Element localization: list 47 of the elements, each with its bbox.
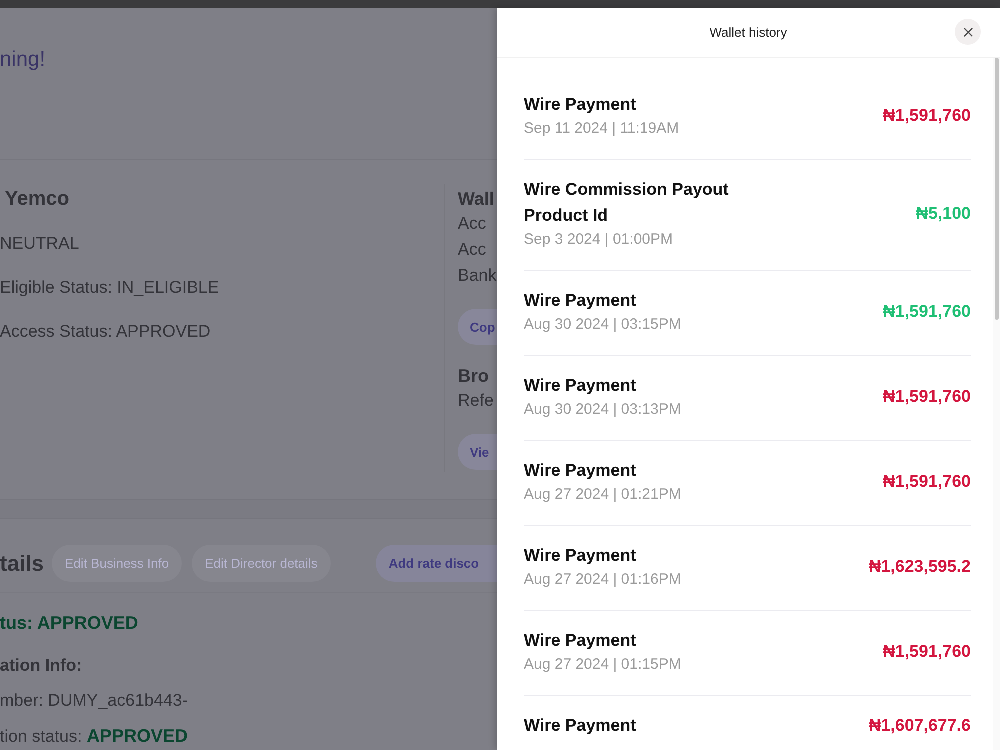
status-text: tus: APPROVED: [0, 612, 140, 635]
panel-title: Wallet history: [710, 25, 788, 40]
transaction-title: Wire Payment: [524, 375, 638, 397]
profile-status-text: Eligible Status: IN_ELIGIBLE: [0, 277, 220, 299]
wallet-detail-text: Bank: [458, 265, 497, 287]
transaction-date: Aug 27 2024 | 01:21PM: [524, 485, 682, 505]
transaction-date: Sep 11 2024 | 11:19AM: [524, 119, 680, 139]
transaction-amount: ₦1,607,677.6: [868, 716, 971, 736]
transaction-title: Wire Payment: [524, 630, 638, 652]
transaction-title: Wire Payment: [524, 715, 636, 737]
transaction-date: Aug 27 2024 | 01:16PM: [524, 570, 682, 590]
scrollbar-thumb[interactable]: [995, 58, 999, 320]
transaction-title: Wire Payment: [524, 290, 638, 312]
transaction-date: Sep 3 2024 | 01:00PM: [524, 230, 674, 250]
transaction-amount: ₦1,591,760: [883, 387, 971, 407]
wallet-detail-text: Acc: [458, 239, 488, 261]
greeting-text: ning!: [0, 48, 46, 72]
broker-heading: Bro: [458, 365, 490, 388]
transaction-amount: ₦1,591,760: [883, 472, 971, 492]
transaction-amount: ₦1,591,760: [883, 642, 971, 662]
section-heading: ation Info:: [0, 655, 84, 677]
transaction-amount: ₦5,100: [916, 204, 971, 224]
details-heading: tails: [0, 550, 44, 576]
transaction-date: Aug 30 2024 | 03:13PM: [524, 400, 682, 420]
transaction-date: Aug 30 2024 | 03:15PM: [524, 315, 682, 335]
field-text: mber: DUMY_ac61b443-: [0, 690, 190, 712]
view-button[interactable]: Vie: [458, 434, 497, 470]
transaction-title: Wire Commission Payout Product Id: [524, 179, 730, 227]
transaction-date: Aug 27 2024 | 01:15PM: [524, 655, 682, 675]
transaction-amount: ₦1,591,760: [883, 106, 971, 126]
scrollbar-track[interactable]: [993, 58, 1000, 750]
transaction-amount: ₦1,623,595.2: [868, 557, 971, 577]
close-button[interactable]: [955, 19, 981, 45]
profile-status-text: Access Status: APPROVED: [0, 321, 212, 343]
transaction-title: Wire Payment: [524, 545, 638, 567]
transaction-amount: ₦1,591,760: [883, 302, 971, 322]
profile-status-text: NEUTRAL: [0, 233, 80, 255]
field-text: tion status: APPROVED: [0, 725, 189, 748]
transaction-title: Wire Payment: [524, 460, 638, 482]
copy-button[interactable]: Cop: [458, 309, 497, 345]
transaction-title: Wire Payment: [524, 94, 638, 116]
action-button[interactable]: Add rate disco: [376, 545, 497, 582]
wallet-heading: Wall: [458, 188, 496, 211]
close-icon: [964, 28, 972, 36]
company-name: Yemco: [4, 187, 70, 212]
broker-detail-text: Refe: [458, 390, 495, 412]
wallet-detail-text: Acc: [458, 213, 488, 235]
